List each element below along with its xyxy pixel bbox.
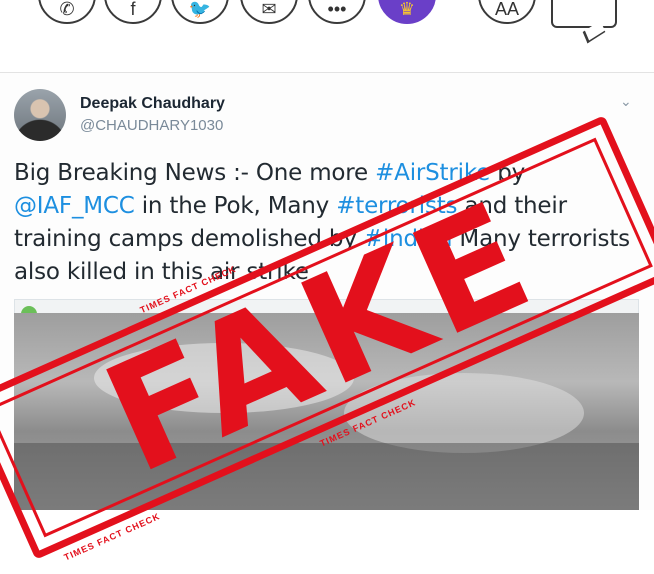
- tweet-text-segment: Big Breaking News :- One more: [14, 160, 376, 186]
- author-handle[interactable]: @CHAUDHARY1030: [80, 117, 223, 134]
- author-name[interactable]: Deepak Chaudhary: [80, 95, 225, 113]
- comment-button[interactable]: [551, 0, 617, 28]
- share-toolbar: ✆ f 🐦 ✉ ••• ♛ AA: [0, 0, 654, 44]
- whatsapp-button[interactable]: ✆: [38, 0, 96, 24]
- tweet-text-segment: in the Pok, Many: [134, 193, 337, 219]
- more-icon: •••: [327, 0, 347, 19]
- whatsapp-icon: ✆: [59, 0, 75, 19]
- twitter-icon: 🐦: [188, 0, 212, 19]
- text-size-label: AA: [494, 0, 519, 19]
- facebook-icon: f: [130, 0, 136, 19]
- facebook-button[interactable]: f: [104, 0, 162, 24]
- mail-icon: ✉: [261, 0, 277, 19]
- mention-link[interactable]: @IAF_MCC: [14, 193, 135, 219]
- chevron-down-icon[interactable]: ⌄: [620, 93, 632, 110]
- twitter-button[interactable]: 🐦: [171, 0, 229, 24]
- more-button[interactable]: •••: [308, 0, 366, 24]
- text-size-button[interactable]: AA: [478, 0, 536, 24]
- crown-icon: ♛: [398, 0, 416, 19]
- email-button[interactable]: ✉: [240, 0, 298, 24]
- avatar[interactable]: [14, 89, 66, 141]
- premium-button[interactable]: ♛: [378, 0, 436, 24]
